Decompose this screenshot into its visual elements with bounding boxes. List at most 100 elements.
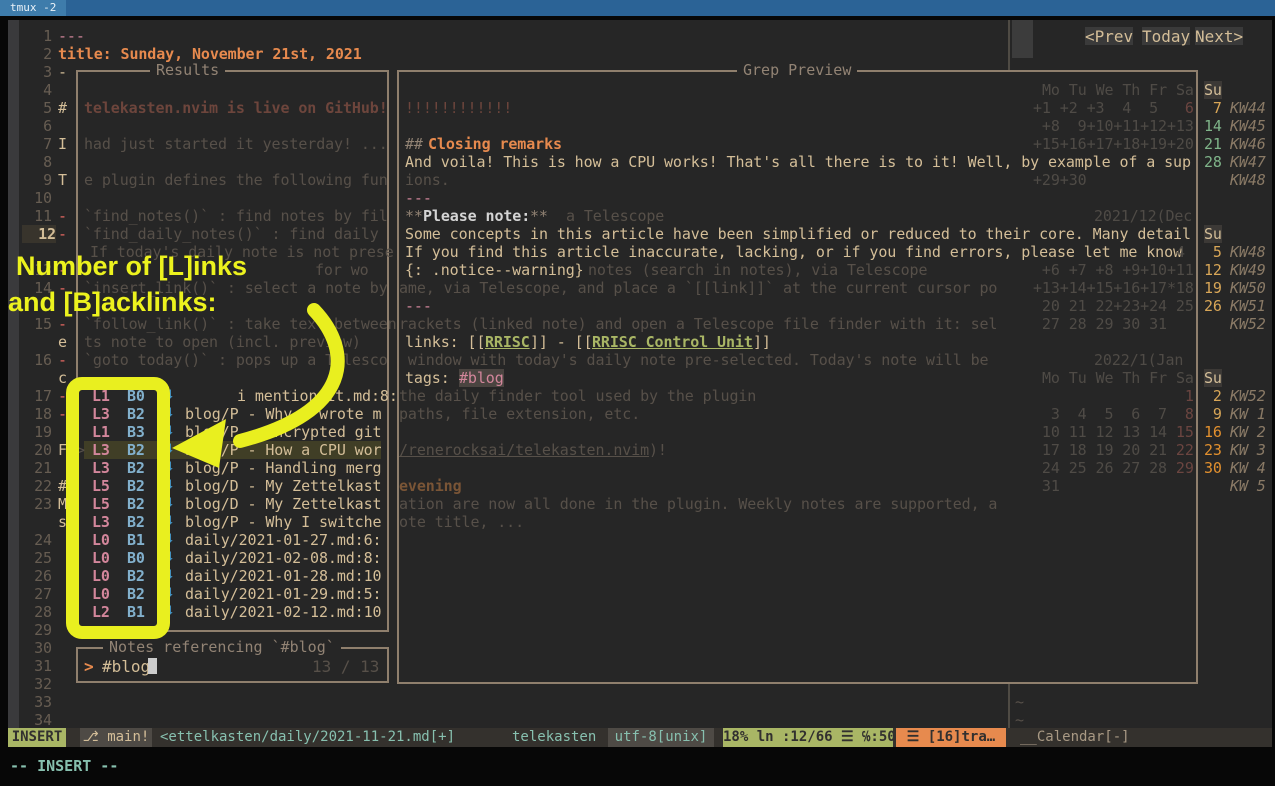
calendar-month-label: 2021/12(Dec	[1094, 207, 1192, 225]
buffer-text: -	[58, 315, 67, 333]
calendar-week-number: KW52	[1230, 387, 1266, 405]
statusline-cursor-position: 18% ln :12/66 ☰ ℅:50	[723, 728, 893, 747]
calendar-week-number: KW50	[1230, 279, 1266, 297]
calendar-days[interactable]: 27 28 29 30 31	[1033, 315, 1167, 333]
buffer-text: `find_notes()` : find notes by fil	[84, 207, 388, 225]
calendar-week-number: KW46	[1230, 135, 1266, 153]
buffer-text: ---	[405, 189, 432, 207]
buffer-text: #	[58, 477, 67, 495]
calendar-sunday[interactable]: Su	[1204, 225, 1222, 243]
buffer-text: ---	[405, 297, 432, 315]
calendar-sunday[interactable]: 9	[1204, 405, 1222, 423]
calendar-days[interactable]: 17 18 19 20 21	[1033, 441, 1167, 459]
calendar-days[interactable]: +13+14+15+16+17*18	[1033, 279, 1194, 297]
mode-message: -- INSERT --	[10, 757, 118, 775]
calendar-sunday[interactable]: 2	[1204, 387, 1222, 405]
calendar-days[interactable]: +6 +7 +8 +9+10+11	[1033, 261, 1194, 279]
buffer-text: F	[58, 441, 67, 459]
calendar-sunday[interactable]: Su	[1204, 81, 1222, 99]
result-item[interactable]	[84, 495, 381, 513]
calendar-days[interactable]: +29+30	[1033, 171, 1087, 189]
calendar-days[interactable]: 3 4 5 6 7	[1033, 405, 1167, 423]
result-item[interactable]	[84, 423, 381, 441]
calendar-saturday[interactable]: 15	[1167, 423, 1194, 441]
buffer-text: -	[58, 405, 67, 423]
calendar-days[interactable]: +8 9+10+11+12+13	[1033, 117, 1194, 135]
calendar-sunday[interactable]: 28	[1204, 153, 1222, 171]
calendar-sunday[interactable]: 26	[1204, 297, 1222, 315]
calendar-sunday[interactable]: 19	[1204, 279, 1222, 297]
calendar-saturday[interactable]: 6	[1167, 99, 1194, 117]
calendar-week-number: KW52	[1230, 315, 1266, 333]
buffer-text: -	[58, 387, 67, 405]
calendar-days[interactable]: 20 21 22+23+24 25	[1033, 297, 1194, 315]
calendar-sunday[interactable]: 16	[1204, 423, 1222, 441]
buffer-text: Please note:	[423, 207, 530, 225]
line-number: 10	[22, 189, 52, 207]
calendar-saturday[interactable]: 8	[1167, 405, 1194, 423]
line-number: 25	[22, 549, 52, 567]
calendar-days[interactable]: 31	[1033, 477, 1060, 495]
buffer-text: -	[58, 225, 67, 243]
result-item[interactable]	[84, 387, 381, 405]
buffer-text: s	[58, 513, 67, 531]
result-item[interactable]	[84, 567, 381, 585]
line-number: 31	[22, 657, 52, 675]
result-item[interactable]	[84, 441, 381, 459]
calendar-weekday-header: Mo Tu We Th Fr Sa	[1042, 81, 1194, 99]
calendar-sunday[interactable]: 30	[1204, 459, 1222, 477]
calendar-saturday[interactable]: 29	[1167, 459, 1194, 477]
calendar-days[interactable]: +15+16+17+18+19+20	[1033, 135, 1194, 153]
line-number: 32	[22, 675, 52, 693]
result-item[interactable]	[84, 603, 381, 621]
calendar-week-number: KW 2	[1230, 423, 1266, 441]
result-item[interactable]	[84, 549, 381, 567]
calendar-days[interactable]: +1 +2 +3 4 5	[1033, 99, 1167, 117]
buffer-text: M	[58, 495, 67, 513]
calendar-days[interactable]: 24 25 26 27 28	[1033, 459, 1167, 477]
line-number: 33	[22, 693, 52, 711]
calendar-week-number: KW47	[1230, 153, 1266, 171]
buffer-text: ame, via Telescope, and place a `[[link]…	[399, 279, 997, 297]
buffer-text: {: .notice--warning}	[405, 261, 584, 279]
line-number: 29	[22, 621, 52, 639]
result-item[interactable]	[84, 513, 381, 531]
buffer-text: Some concepts in this article have been …	[405, 225, 1191, 243]
calendar-days[interactable]	[1033, 387, 1167, 405]
buffer-text: `insert_link()` : select a note by	[84, 279, 388, 297]
buffer-text: ~	[1015, 693, 1024, 711]
buffer-text: evening	[399, 477, 462, 495]
calendar-sunday[interactable]: 23	[1204, 441, 1222, 459]
buffer-text: /renerocksai/telekasten.nvim	[399, 441, 649, 459]
line-number: 21	[22, 459, 52, 477]
statusline-calendar-buffer: __Calendar[-]	[1020, 728, 1130, 747]
buffer-text: -	[58, 351, 67, 369]
buffer-text: #	[58, 99, 67, 117]
prompt-input[interactable]: #blog	[102, 657, 150, 676]
calendar-saturday[interactable]: 22	[1167, 441, 1194, 459]
statusline: INSERT⎇ main!<ettelkasten/daily/2021-11-…	[8, 728, 1272, 747]
result-item[interactable]	[84, 477, 381, 495]
buffer-text: a Telescope	[566, 207, 664, 225]
line-number: 5	[22, 99, 52, 117]
buffer-text: #blog	[459, 369, 504, 387]
line-number: 2	[22, 45, 52, 63]
line-number: 18	[22, 405, 52, 423]
calendar-sunday[interactable]: 14	[1204, 117, 1222, 135]
calendar-sunday[interactable]: 5	[1204, 243, 1222, 261]
line-number: 4	[22, 81, 52, 99]
calendar-saturday[interactable]: 1	[1167, 387, 1194, 405]
line-number: 19	[22, 423, 52, 441]
statusline-file-path: <ettelkasten/daily/2021-11-21.md[+]	[160, 728, 455, 747]
buffer-text: If today's daily note is not prese	[90, 243, 394, 261]
calendar-sunday[interactable]: 7	[1204, 99, 1222, 117]
calendar-days[interactable]: 10 11 12 13 14	[1033, 423, 1167, 441]
result-item[interactable]	[84, 405, 381, 423]
result-item[interactable]	[84, 531, 381, 549]
calendar-sunday[interactable]: Su	[1204, 369, 1222, 387]
result-item[interactable]	[84, 459, 381, 477]
line-number: 7	[22, 135, 52, 153]
calendar-sunday[interactable]: 21	[1204, 135, 1222, 153]
calendar-sunday[interactable]: 12	[1204, 261, 1222, 279]
result-item[interactable]	[84, 585, 381, 603]
